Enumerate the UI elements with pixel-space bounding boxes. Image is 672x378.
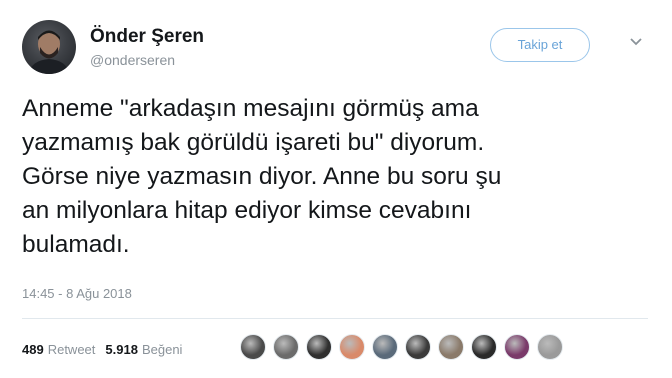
liker-avatar[interactable] (372, 334, 398, 360)
liker-avatar[interactable] (471, 334, 497, 360)
avatar-portrait-icon (28, 30, 70, 74)
tweet-card: Önder Şeren @onderseren Takip et Anneme … (0, 0, 672, 378)
liker-avatar[interactable] (405, 334, 431, 360)
author-handle[interactable]: @onderseren (90, 50, 204, 70)
liker-avatar[interactable] (240, 334, 266, 360)
retweet-label[interactable]: Retweet (48, 342, 96, 357)
liker-avatar[interactable] (504, 334, 530, 360)
tweet-text: Anneme "arkadaşın mesajını görmüş ama ya… (22, 95, 502, 258)
tweet-timestamp[interactable]: 14:45 - 8 Ağu 2018 (22, 286, 132, 301)
author-display-name[interactable]: Önder Şeren (90, 26, 204, 48)
like-count[interactable]: 5.918 (105, 342, 138, 357)
liker-avatar[interactable] (537, 334, 563, 360)
author-names: Önder Şeren @onderseren (90, 26, 204, 70)
author-avatar[interactable] (22, 20, 76, 74)
tweet-header: Önder Şeren @onderseren Takip et (22, 20, 648, 76)
liker-avatar[interactable] (306, 334, 332, 360)
stats-divider (22, 318, 648, 319)
liker-avatars (240, 332, 570, 362)
like-label[interactable]: Beğeni (142, 342, 182, 357)
retweet-count[interactable]: 489 (22, 342, 44, 357)
liker-avatar[interactable] (438, 334, 464, 360)
follow-button[interactable]: Takip et (490, 28, 590, 62)
chevron-down-icon[interactable] (626, 34, 646, 54)
tweet-stats: 489 Retweet 5.918 Beğeni (22, 334, 192, 364)
liker-avatar[interactable] (339, 334, 365, 360)
liker-avatar[interactable] (273, 334, 299, 360)
